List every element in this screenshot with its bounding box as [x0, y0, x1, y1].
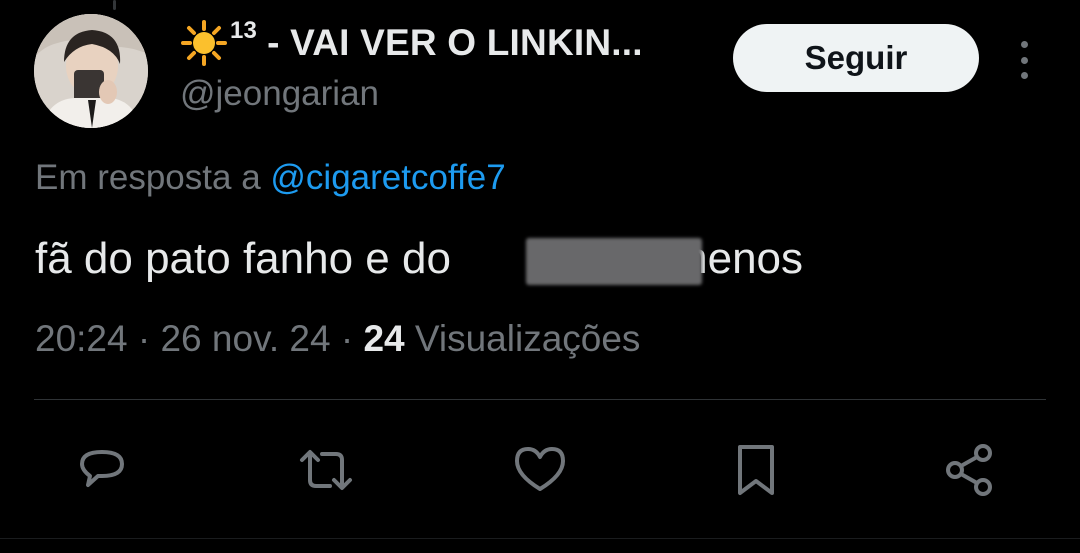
follow-button[interactable]: Seguir — [733, 24, 979, 92]
reply-prefix: Em resposta a — [35, 158, 271, 197]
sun-emoji-icon — [180, 19, 228, 67]
meta-separator: · — [330, 318, 364, 359]
author-name-superscript: 13 — [230, 17, 258, 44]
author-handle[interactable]: @jeongarian — [180, 74, 379, 114]
meta-separator: · — [127, 318, 161, 359]
avatar[interactable] — [34, 14, 148, 128]
bottom-divider — [0, 538, 1080, 539]
retweet-button[interactable] — [296, 440, 356, 500]
author-display-name[interactable]: 13 - VAI VER O LINKIN... — [180, 16, 643, 70]
retweet-icon — [300, 450, 352, 490]
views-count: 24 — [363, 318, 405, 359]
share-button[interactable] — [940, 440, 1000, 500]
more-options-icon[interactable] — [1008, 38, 1040, 82]
divider — [34, 399, 1046, 400]
like-button[interactable] — [510, 440, 570, 500]
reply-to-link[interactable]: @cigaretcoffe7 — [270, 158, 505, 197]
more-dot — [1020, 41, 1028, 48]
reply-context: Em resposta a @cigaretcoffe7 — [35, 158, 506, 198]
bookmark-button[interactable] — [726, 440, 786, 500]
author-name-text: - VAI VER O LINKIN... — [267, 22, 643, 63]
reply-icon — [80, 450, 124, 487]
views-label: Visualizações — [404, 318, 641, 359]
reply-button[interactable] — [72, 440, 132, 500]
tweet-time[interactable]: 20:24 — [35, 318, 128, 359]
thread-connector-line — [113, 0, 116, 10]
bookmark-icon — [738, 445, 774, 495]
censored-redaction — [526, 238, 702, 285]
more-dot — [1020, 56, 1028, 64]
tweet-meta: 20:24 · 26 nov. 24 · 24 Visualizações — [35, 318, 640, 360]
tweet-date[interactable]: 26 nov. 24 — [160, 318, 330, 359]
like-icon — [515, 447, 565, 491]
share-icon — [946, 444, 992, 496]
avatar-photo — [34, 14, 148, 128]
more-dot — [1020, 72, 1028, 79]
